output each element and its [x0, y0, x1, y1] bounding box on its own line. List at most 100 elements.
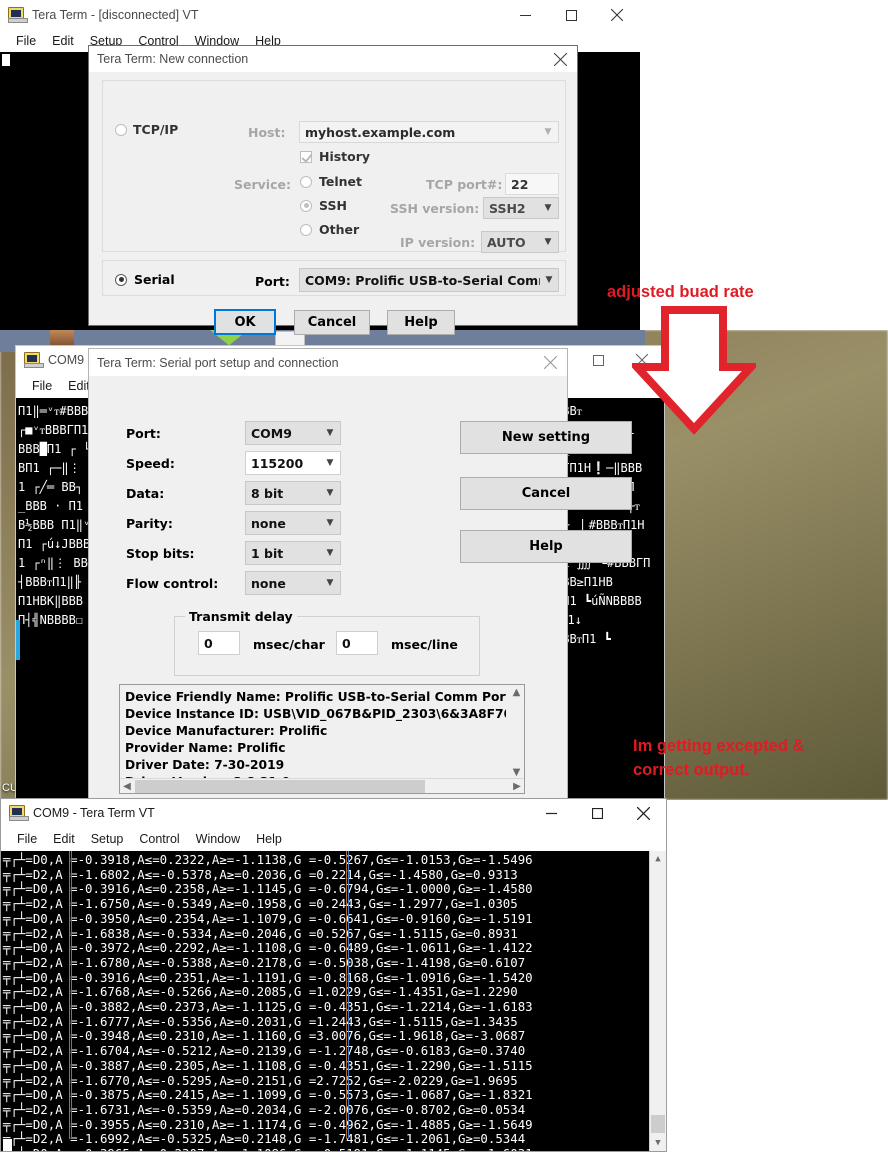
chevron-down-icon: ▼ — [326, 548, 334, 558]
radio-service-telnet[interactable]: Telnet — [300, 174, 362, 189]
radio-service-other[interactable]: Other — [300, 222, 359, 237]
terminal-line: ╤┌┴=D0,A =-0.3948,A≤=0.2310,A≥=-1.1160,G… — [3, 1028, 526, 1044]
terminal-line: ╤┌┴=D2,A =-1.6770,A≤=-0.5295,A≥=0.2151,G… — [3, 1072, 518, 1088]
maximize-button[interactable] — [548, 0, 594, 30]
dialog-close-icon[interactable] — [533, 350, 567, 376]
ssh-version-combobox[interactable]: SSH2 ▼ — [483, 197, 559, 219]
combobox-port[interactable]: COM9 ▼ — [245, 421, 341, 445]
annotation-baud-rate: adjusted buad rate — [607, 283, 754, 301]
ip-version-combobox[interactable]: AUTO ▼ — [481, 231, 559, 253]
label-speed: Speed: — [126, 456, 175, 471]
dialog-new-connection-titlebar[interactable]: Tera Term: New connection — [89, 46, 577, 72]
new-setting-button[interactable]: New setting — [460, 421, 632, 454]
new-setting-button-label: New setting — [501, 430, 591, 445]
menu-edit[interactable]: Edit — [45, 830, 83, 848]
menu-help[interactable]: Help — [248, 830, 290, 848]
group-serial: Serial Port: COM9: Prolific USB-to-Seria… — [102, 260, 566, 296]
cancel-button[interactable]: Cancel — [294, 310, 370, 335]
minimize-button[interactable] — [502, 0, 548, 30]
maximize-button[interactable] — [574, 798, 620, 828]
menu-window[interactable]: Window — [188, 830, 248, 848]
terminal-area-output[interactable]: ╤┌┴=D0,A =-0.3918,A≤=0.2322,A≥=-1.1138,G… — [1, 851, 666, 1151]
radio-serial[interactable]: Serial — [115, 272, 175, 287]
tcp-port-input[interactable]: 22 — [505, 173, 559, 195]
ip-version-label: IP version: — [400, 235, 476, 250]
radio-other-indicator — [300, 223, 312, 236]
terminal-line: ╤┌┴=D0,A =-0.3918,A≤=0.2322,A≥=-1.1138,G… — [3, 852, 533, 867]
close-button[interactable] — [620, 798, 666, 828]
ok-button[interactable]: OK — [214, 309, 276, 335]
dialog-close-icon[interactable] — [543, 46, 577, 72]
menu-control[interactable]: Control — [131, 830, 187, 848]
combobox-flow-control[interactable]: none ▼ — [245, 571, 341, 595]
garbled-line: BΠ1 ┗úÑNBBBB — [555, 594, 642, 608]
radio-service-ssh[interactable]: SSH — [300, 198, 347, 213]
terminal-line: ╤┌┴=D2,A =-1.6780,A≤=-0.5388,A≥=0.2178,G… — [3, 954, 526, 970]
device-info-horizontal-scrollbar[interactable]: ◀ ▶ — [120, 778, 524, 793]
serial-cancel-button[interactable]: Cancel — [460, 477, 632, 510]
radio-serial-indicator — [115, 273, 127, 286]
tcp-port-value: 22 — [511, 176, 529, 192]
scroll-down-icon[interactable]: ▼ — [509, 765, 524, 779]
radio-tcpip[interactable]: TCP/IP — [115, 122, 178, 137]
combobox-speed[interactable]: 115200 ▼ — [245, 451, 341, 475]
serial-help-button[interactable]: Help — [460, 530, 632, 563]
close-button[interactable] — [594, 0, 640, 30]
scroll-up-icon[interactable]: ▲ — [650, 851, 666, 867]
scroll-down-icon[interactable]: ▼ — [650, 1135, 666, 1151]
label-parity: Parity: — [126, 516, 173, 531]
combobox-parity[interactable]: none ▼ — [245, 511, 341, 535]
device-info-panel[interactable]: Device Friendly Name: Prolific USB-to-Se… — [119, 684, 525, 794]
device-info-vertical-scrollbar[interactable]: ▲ ▼ — [509, 685, 524, 779]
minimize-button[interactable] — [528, 798, 574, 828]
terminal-column-divider-4 — [348, 851, 349, 1139]
horizontal-scroll-thumb[interactable] — [135, 780, 425, 793]
terminal-line: ╤┌┴=D2,A =-1.6802,A≤=-0.5378,A≥=0.2036,G… — [3, 866, 518, 882]
value-speed: 115200 — [251, 455, 304, 471]
label-port: Port: — [126, 426, 161, 441]
titlebar-com9-front[interactable]: COM9 - Tera Term VT — [1, 799, 666, 827]
value-flow-control: none — [251, 575, 286, 591]
combobox-data[interactable]: 8 bit ▼ — [245, 481, 341, 505]
scroll-right-icon[interactable]: ▶ — [510, 779, 524, 793]
dialog-serial-setup-titlebar[interactable]: Tera Term: Serial port setup and connect… — [89, 349, 567, 376]
msec-line-input[interactable]: 0 — [336, 631, 378, 655]
terminal-line: ╤┌┴=D0,A =-0.3972,A≤=0.2292,A≥=-1.1108,G… — [3, 940, 533, 956]
annotation-correct-output-line1: Im getting excepted & — [633, 737, 805, 755]
serial-port-combobox[interactable]: COM9: Prolific USB-to-Serial Comm P ▼ — [299, 268, 559, 292]
scroll-up-icon[interactable]: ▲ — [509, 685, 524, 699]
menu-setup[interactable]: Setup — [83, 830, 132, 848]
checkbox-history[interactable]: History — [300, 149, 370, 164]
chevron-down-icon: ▼ — [544, 237, 552, 247]
label-stop-bits: Stop bits: — [126, 546, 195, 561]
dialog-serial-setup: Tera Term: Serial port setup and connect… — [88, 348, 632, 800]
cancel-button-label: Cancel — [307, 315, 357, 330]
terminal-line: ╤┌┴=D2,A =-1.6768,A≤=-0.5266,A≥=0.2085,G… — [3, 984, 518, 1000]
help-button[interactable]: Help — [387, 310, 455, 335]
radio-telnet-label: Telnet — [319, 174, 362, 189]
terminal-vertical-scrollbar[interactable]: ▲ ▼ — [649, 851, 666, 1151]
dialog-title: Tera Term: Serial port setup and connect… — [97, 355, 339, 370]
menu-file[interactable]: File — [24, 377, 60, 395]
vertical-scroll-thumb[interactable] — [651, 1115, 665, 1133]
titlebar-teraterm-disconnected[interactable]: Tera Term - [disconnected] VT — [0, 0, 640, 30]
host-combobox[interactable]: myhost.example.com ▼ — [299, 121, 559, 143]
combobox-stop-bits[interactable]: 1 bit ▼ — [245, 541, 341, 565]
terminal-line: ╤┌┴=D0,A =-0.3882,A≤=0.2373,A≥=-1.1125,G… — [3, 999, 533, 1015]
help-button-label: Help — [404, 315, 438, 330]
maximize-button[interactable] — [576, 345, 620, 375]
chevron-down-icon: ▼ — [326, 578, 334, 588]
menu-edit[interactable]: Edit — [44, 32, 82, 50]
menu-file[interactable]: File — [8, 32, 44, 50]
terminal-column-divider-2 — [71, 851, 72, 1139]
terminal-line: ╤┌┴=D2,A =-1.6838,A≤=-0.5334,A≥=0.2046,G… — [3, 925, 518, 941]
menu-file[interactable]: File — [9, 830, 45, 848]
checkbox-history-label: History — [319, 149, 371, 164]
scroll-left-icon[interactable]: ◀ — [120, 779, 134, 793]
msec-char-input[interactable]: 0 — [198, 631, 240, 655]
checkbox-history-indicator — [300, 150, 312, 163]
ssh-version-label: SSH version: — [390, 201, 480, 216]
terminal-line: ╤┌┴=D0,A =-0.3875,A≤=0.2415,A≥=-1.1099,G… — [3, 1087, 533, 1103]
radio-tcpip-indicator — [115, 123, 127, 136]
group-tcpip: TCP/IP Host: myhost.example.com ▼ Histor… — [102, 80, 566, 253]
